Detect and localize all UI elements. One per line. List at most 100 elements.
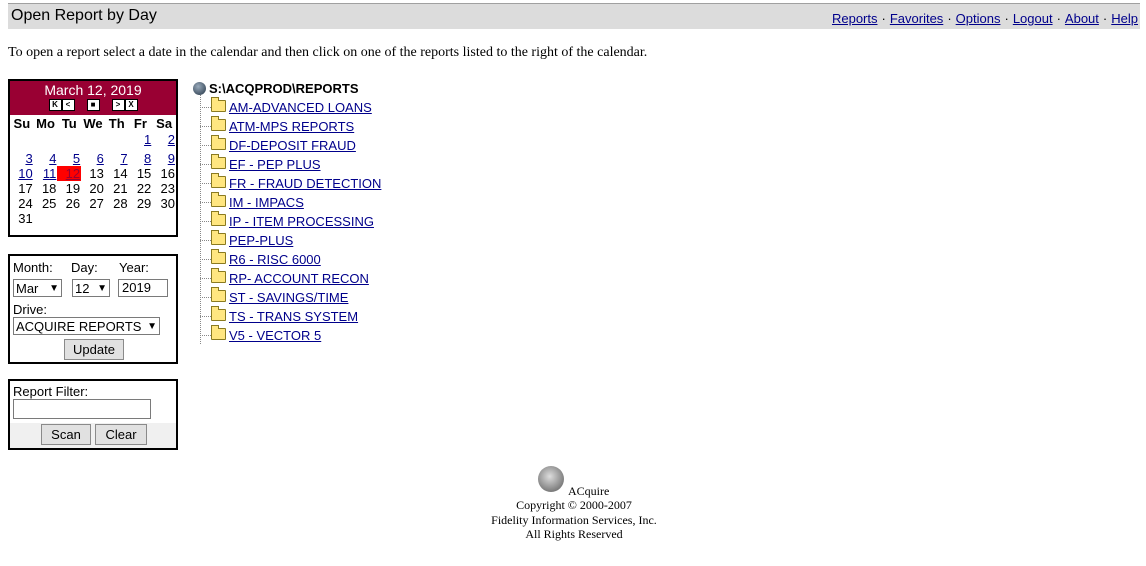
tree-connector bbox=[200, 259, 211, 260]
nav-separator: · bbox=[1102, 11, 1108, 26]
scan-button[interactable]: Scan bbox=[41, 424, 91, 445]
chevron-down-icon: ▼ bbox=[49, 283, 59, 294]
report-folder-link[interactable]: R6 - RISC 6000 bbox=[229, 252, 321, 267]
calendar-day: 26 bbox=[65, 196, 81, 211]
calendar-day[interactable]: 4 bbox=[34, 151, 58, 166]
year-input[interactable]: 2019 bbox=[118, 279, 168, 297]
report-folder-link[interactable]: ATM-MPS REPORTS bbox=[229, 119, 354, 134]
tree-root[interactable]: S:\ACQPROD\REPORTS bbox=[193, 81, 359, 96]
update-button[interactable]: Update bbox=[64, 339, 124, 360]
calendar-empty-cell bbox=[129, 211, 153, 226]
filter-button-strip bbox=[10, 423, 176, 448]
folder-icon bbox=[211, 97, 226, 112]
day-select[interactable]: 12 ▼ bbox=[72, 279, 110, 297]
clear-button[interactable]: Clear bbox=[95, 424, 147, 445]
drive-label: Drive: bbox=[13, 302, 47, 317]
report-folder-link[interactable]: IP - ITEM PROCESSING bbox=[229, 214, 374, 229]
day-of-week-header: Th bbox=[108, 116, 125, 131]
prev-year-icon[interactable]: K bbox=[48, 99, 62, 111]
calendar-day: 21 bbox=[113, 181, 128, 196]
day-of-week-header: Mo bbox=[36, 116, 55, 131]
day-label: Day: bbox=[71, 260, 98, 275]
report-folder-link[interactable]: RP- ACCOUNT RECON bbox=[229, 271, 369, 286]
nav-logout-link[interactable]: Logout bbox=[1013, 11, 1053, 26]
calendar-day[interactable]: 10 bbox=[10, 166, 34, 181]
calendar-day[interactable]: 5 bbox=[57, 151, 81, 166]
report-folder-link[interactable]: V5 - VECTOR 5 bbox=[229, 328, 321, 343]
tree-item: RP- ACCOUNT RECON bbox=[200, 268, 369, 290]
tree-connector bbox=[200, 297, 211, 298]
tree-item: FR - FRAUD DETECTION bbox=[200, 173, 381, 195]
report-folder-link[interactable]: TS - TRANS SYSTEM bbox=[229, 309, 358, 324]
calendar-day[interactable]: 8 bbox=[129, 151, 153, 166]
report-folder-link[interactable]: DF-DEPOSIT FRAUD bbox=[229, 138, 356, 153]
calendar-title: March 12, 2019 bbox=[44, 82, 142, 98]
report-folder-link[interactable]: PEP-PLUS bbox=[229, 233, 293, 248]
calendar-day[interactable]: 12 bbox=[57, 166, 82, 181]
folder-icon bbox=[211, 249, 226, 264]
tree-item: DF-DEPOSIT FRAUD bbox=[200, 135, 356, 157]
day-of-week-header: Fr bbox=[133, 116, 147, 131]
day-of-week-header: We bbox=[83, 116, 103, 131]
calendar-day[interactable]: 6 bbox=[81, 151, 105, 166]
tree-connector bbox=[200, 240, 211, 241]
calendar-day: 20 bbox=[89, 181, 104, 196]
calendar-day: 19 bbox=[65, 181, 81, 196]
calendar-day[interactable]: 11 bbox=[34, 166, 58, 181]
calendar-day[interactable]: 9 bbox=[152, 151, 176, 166]
instructions-text: To open a report select a date in the ca… bbox=[8, 45, 648, 60]
report-folder-link[interactable]: ST - SAVINGS/TIME bbox=[229, 290, 348, 305]
filter-label: Report Filter: bbox=[13, 384, 89, 399]
nav-separator: · bbox=[947, 11, 952, 26]
calendar-day: 17 bbox=[18, 181, 33, 196]
calendar-day[interactable]: 7 bbox=[105, 151, 129, 166]
calendar-day: 24 bbox=[18, 196, 33, 211]
drive-select[interactable]: ACQUIRE REPORTS ▼ bbox=[13, 317, 160, 335]
calendar-empty-cell bbox=[81, 211, 105, 226]
tree-connector bbox=[200, 316, 211, 317]
footer-company: Fidelity Information Services, Inc. bbox=[491, 512, 657, 527]
tree-connector bbox=[200, 202, 211, 203]
calendar-day: 14 bbox=[113, 166, 128, 181]
page-title: Open Report by Day bbox=[11, 7, 157, 24]
next-month-icon[interactable]: > bbox=[111, 99, 125, 111]
calendar-nav: K < ■ > X bbox=[10, 99, 176, 111]
calendar-day: 13 bbox=[89, 166, 104, 181]
next-year-icon[interactable]: X bbox=[124, 99, 138, 111]
report-folder-link[interactable]: IM - IMPACS bbox=[229, 195, 304, 210]
acquire-logo-icon bbox=[538, 466, 564, 492]
tree-connector bbox=[200, 126, 211, 127]
tree-connector bbox=[200, 145, 211, 146]
chevron-down-icon: ▼ bbox=[97, 283, 107, 294]
calendar-day: 30 bbox=[160, 196, 175, 211]
nav-reports-link[interactable]: Reports bbox=[832, 11, 878, 26]
report-folder-link[interactable]: AM-ADVANCED LOANS bbox=[229, 100, 372, 115]
folder-icon bbox=[211, 306, 226, 321]
calendar-day: 25 bbox=[41, 196, 57, 211]
calendar-day[interactable]: 1 bbox=[129, 132, 153, 147]
day-select-value: 12 bbox=[75, 281, 90, 296]
today-icon[interactable]: ■ bbox=[86, 99, 100, 111]
month-select[interactable]: Mar ▼ bbox=[13, 279, 62, 297]
calendar-day[interactable]: 3 bbox=[10, 151, 34, 166]
calendar-day[interactable]: 2 bbox=[152, 132, 176, 147]
report-folder-link[interactable]: FR - FRAUD DETECTION bbox=[229, 176, 381, 191]
filter-input[interactable] bbox=[13, 399, 151, 419]
prev-month-icon[interactable]: < bbox=[61, 99, 75, 111]
folder-icon bbox=[211, 192, 226, 207]
tree-connector bbox=[200, 221, 211, 222]
tree-connector bbox=[200, 183, 211, 184]
nav-favorites-link[interactable]: Favorites bbox=[890, 11, 943, 26]
calendar-day: 28 bbox=[113, 196, 128, 211]
calendar-empty-cell bbox=[105, 132, 129, 147]
nav-options-link[interactable]: Options bbox=[956, 11, 1001, 26]
report-folder-link[interactable]: EF - PEP PLUS bbox=[229, 157, 321, 172]
report-filter: Report Filter: Scan Clear bbox=[8, 379, 178, 450]
tree-connector bbox=[200, 278, 211, 279]
tree-item: TS - TRANS SYSTEM bbox=[200, 306, 358, 328]
calendar-day: 16 bbox=[160, 166, 175, 181]
nav-separator: · bbox=[1056, 11, 1061, 26]
nav-about-link[interactable]: About bbox=[1065, 11, 1099, 26]
date-form: Month: Day: Year: Mar ▼ 12 ▼ 2019 Drive:… bbox=[8, 254, 178, 364]
nav-help-link[interactable]: Help bbox=[1111, 11, 1138, 26]
